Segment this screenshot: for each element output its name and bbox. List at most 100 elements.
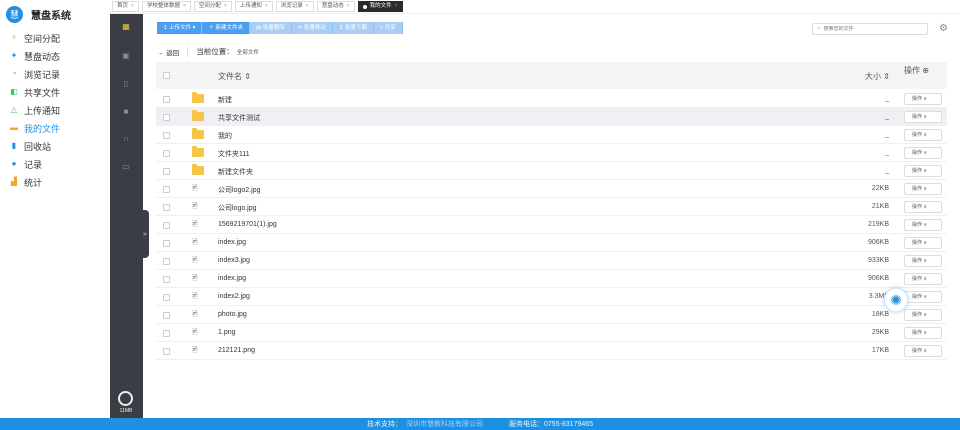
operation-dropdown[interactable]: 操作 ∨ <box>904 345 942 357</box>
row-checkbox[interactable] <box>163 240 170 247</box>
row-checkbox[interactable] <box>163 222 170 229</box>
tab[interactable]: 上传通知 × <box>234 1 273 12</box>
sidebar-item[interactable]: ◧ 共享文件 <box>0 83 110 101</box>
operation-dropdown[interactable]: 操作 ∨ <box>904 93 942 105</box>
row-checkbox[interactable] <box>163 150 170 157</box>
file-name[interactable]: 公司logo.jpg <box>218 203 257 213</box>
operation-dropdown[interactable]: 操作 ∨ <box>904 201 942 213</box>
batch-move-button[interactable]: ✛ 批量移动 <box>291 22 333 34</box>
operation-dropdown[interactable]: 操作 ∨ <box>904 327 942 339</box>
table-row[interactable]: 🖻 公司logo.jpg 21KB 操作 ∨ <box>156 198 947 216</box>
tab[interactable]: 慧盘动态 × <box>316 1 355 12</box>
close-icon[interactable]: × <box>306 2 309 11</box>
file-name[interactable]: 212121.png <box>218 347 255 354</box>
file-name[interactable]: index.jpg <box>218 239 246 246</box>
row-checkbox[interactable] <box>163 204 170 211</box>
sidebar-item[interactable]: ▮ 回收站 <box>0 137 110 155</box>
row-checkbox[interactable] <box>163 96 170 103</box>
row-checkbox[interactable] <box>163 348 170 355</box>
operation-dropdown[interactable]: 操作 ∨ <box>904 237 942 249</box>
document-icon[interactable]: ▯ <box>121 80 131 88</box>
tab[interactable]: 学校整体数据 × <box>141 1 191 12</box>
operation-dropdown[interactable]: 操作 ∨ <box>904 165 942 177</box>
row-checkbox[interactable] <box>163 132 170 139</box>
table-row[interactable]: 🖻 212121.png 17KB 操作 ∨ <box>156 342 947 360</box>
table-row[interactable]: 🖻 index3.jpg 933KB 操作 ∨ <box>156 252 947 270</box>
operation-dropdown[interactable]: 操作 ∨ <box>904 291 942 303</box>
table-row[interactable]: 我的 _ 操作 ∨ <box>156 126 947 144</box>
tab[interactable]: 我的文件 × <box>357 1 403 12</box>
operation-dropdown[interactable]: 操作 ∨ <box>904 111 942 123</box>
table-row[interactable]: 🖻 1569219701(1).jpg 219KB 操作 ∨ <box>156 216 947 234</box>
operation-dropdown[interactable]: 操作 ∨ <box>904 273 942 285</box>
close-icon[interactable]: × <box>224 2 227 11</box>
file-name[interactable]: index.jpg <box>218 275 246 282</box>
location-path[interactable]: 全部文件 <box>237 48 259 56</box>
table-row[interactable]: 🖻 1.png 29KB 操作 ∨ <box>156 324 947 342</box>
footer-company-link[interactable]: 深圳市慧教科技有限公司 <box>406 419 483 429</box>
row-checkbox[interactable] <box>163 294 170 301</box>
table-row[interactable]: 🖻 index2.jpg 3.3MB 操作 ∨ <box>156 288 947 306</box>
table-row[interactable]: 共享文件测试 _ 操作 ∨ <box>156 108 947 126</box>
tab[interactable]: 空间分配 × <box>193 1 232 12</box>
row-checkbox[interactable] <box>163 258 170 265</box>
table-row[interactable]: 新建文件夹 _ 操作 ∨ <box>156 162 947 180</box>
operation-dropdown[interactable]: 操作 ∨ <box>904 129 942 141</box>
sidebar-item[interactable]: ● 记录 <box>0 155 110 173</box>
new-folder-button[interactable]: ＋ 新建文件夹 <box>202 22 250 34</box>
sidebar-item[interactable]: ◔ 浏览记录 <box>0 65 110 83</box>
share-button[interactable]: < 共享 <box>373 22 403 34</box>
file-name[interactable]: index3.jpg <box>218 257 250 264</box>
sidebar-item[interactable]: △ 上传通知 <box>0 101 110 119</box>
batch-download-button[interactable]: ↧ 批量下载 <box>332 22 374 34</box>
file-name[interactable]: 新建文件夹 <box>218 167 253 177</box>
operation-dropdown[interactable]: 操作 ∨ <box>904 219 942 231</box>
table-row[interactable]: 🖻 index.jpg 906KB 操作 ∨ <box>156 270 947 288</box>
row-checkbox[interactable] <box>163 168 170 175</box>
file-name[interactable]: 新建 <box>218 95 232 105</box>
row-checkbox[interactable] <box>163 276 170 283</box>
select-all-checkbox[interactable] <box>163 72 170 79</box>
table-row[interactable]: 文件夹111 _ 操作 ∨ <box>156 144 947 162</box>
row-checkbox[interactable] <box>163 114 170 121</box>
gear-icon[interactable]: ⚙ <box>939 23 948 34</box>
sidebar-item[interactable]: ⚡ 空间分配 <box>0 29 110 47</box>
grid-icon[interactable]: ▦ <box>121 23 131 31</box>
close-icon[interactable]: × <box>183 2 186 11</box>
video-icon[interactable]: ■ <box>121 108 131 116</box>
assistant-icon[interactable]: ✺ <box>884 288 908 312</box>
file-name[interactable]: 公司logo2.jpg <box>218 185 260 195</box>
file-name[interactable]: 1.png <box>218 329 236 336</box>
column-header-operation[interactable]: 操作 ⊕ <box>904 66 944 76</box>
column-header-size[interactable]: 大小 ⇕ <box>865 71 890 82</box>
table-row[interactable]: 🖻 公司logo2.jpg 22KB 操作 ∨ <box>156 180 947 198</box>
upload-button[interactable]: ↥ 上传文件 ▾ <box>157 22 203 34</box>
row-checkbox[interactable] <box>163 312 170 319</box>
table-row[interactable]: 新建 _ 操作 ∨ <box>156 90 947 108</box>
file-name[interactable]: 1569219701(1).jpg <box>218 221 277 228</box>
operation-dropdown[interactable]: 操作 ∨ <box>904 183 942 195</box>
image-icon[interactable]: ▣ <box>121 52 131 60</box>
close-icon[interactable]: × <box>395 2 398 11</box>
sidebar-item[interactable]: ▟ 统计 <box>0 173 110 191</box>
tab[interactable]: 浏览记录 × <box>275 1 314 12</box>
close-icon[interactable]: × <box>265 2 268 11</box>
music-icon[interactable]: ∩ <box>121 135 131 143</box>
table-row[interactable]: 🖻 index.jpg 906KB 操作 ∨ <box>156 234 947 252</box>
table-row[interactable]: 🖻 photo.jpg 18KB 操作 ∨ <box>156 306 947 324</box>
close-icon[interactable]: × <box>347 2 350 11</box>
column-header-name[interactable]: 文件名 ⇕ <box>218 71 251 82</box>
file-name[interactable]: index2.jpg <box>218 293 250 300</box>
sidebar-item[interactable]: ✦ 慧盘动态 <box>0 47 110 65</box>
row-checkbox[interactable] <box>163 186 170 193</box>
operation-dropdown[interactable]: 操作 ∨ <box>904 147 942 159</box>
sidebar-item[interactable]: ▬ 我的文件 <box>0 119 110 137</box>
rail-collapse-toggle[interactable]: » <box>141 210 149 258</box>
file-name[interactable]: 我的 <box>218 131 232 141</box>
back-button[interactable]: ← 返回 <box>158 47 179 57</box>
file-name[interactable]: 共享文件测试 <box>218 113 260 123</box>
row-checkbox[interactable] <box>163 330 170 337</box>
other-files-icon[interactable]: ▭ <box>121 163 131 171</box>
file-name[interactable]: photo.jpg <box>218 311 247 318</box>
tab[interactable]: 首页 × <box>112 1 139 12</box>
